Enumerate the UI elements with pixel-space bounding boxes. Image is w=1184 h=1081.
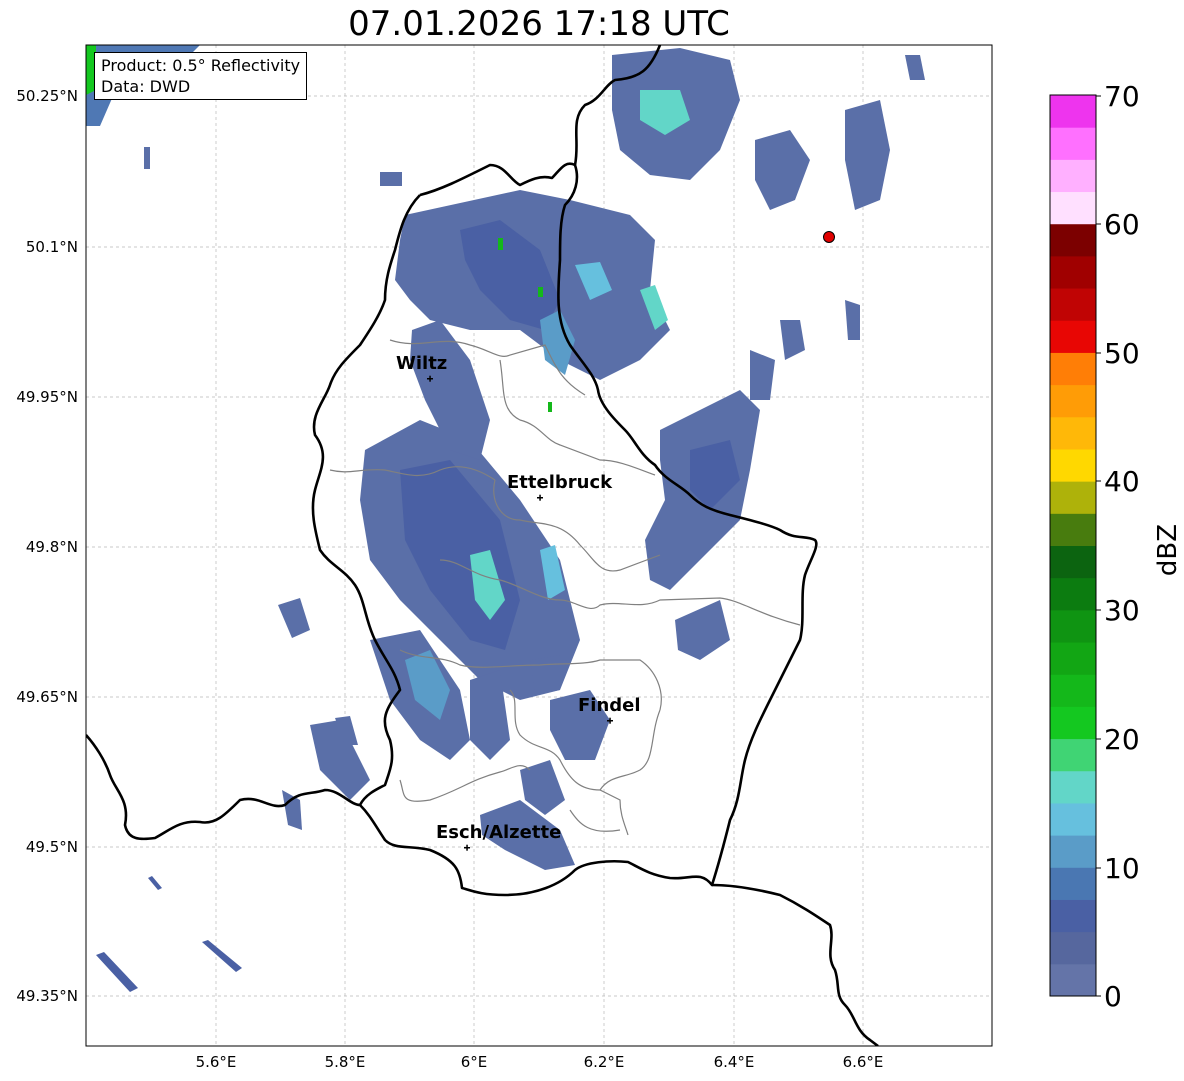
colorbar-segment xyxy=(1050,899,1096,933)
colorbar-segment xyxy=(1050,320,1096,353)
city-label-wiltz: Wiltz xyxy=(396,353,447,374)
colorbar-segment xyxy=(1050,770,1096,804)
radar-site-marker xyxy=(823,231,835,243)
colorbar-segment xyxy=(1050,706,1096,740)
colorbar-tick-marks xyxy=(1096,95,1101,997)
colorbar-segment xyxy=(1050,802,1096,836)
lon-tick: 6.2°E xyxy=(584,1053,625,1071)
colorbar-segment xyxy=(1050,835,1096,868)
colorbar-segment xyxy=(1050,223,1096,257)
colorbar-segment xyxy=(1050,931,1096,965)
colorbar-segment xyxy=(1050,963,1096,997)
lat-tick: 50.1°N xyxy=(26,238,78,256)
data-source-label: Data: DWD xyxy=(101,77,191,96)
lat-tick: 49.5°N xyxy=(26,838,78,856)
lon-tick-labels: 5.6°E 5.8°E 6°E 6.2°E 6.4°E 6.6°E xyxy=(196,1053,884,1071)
colorbar-segment xyxy=(1050,448,1096,482)
colorbar-segment xyxy=(1050,352,1096,386)
colorbar-segment xyxy=(1050,384,1096,418)
colorbar-segment xyxy=(1050,577,1096,611)
product-label: Product: 0.5° Reflectivity xyxy=(101,56,301,75)
colorbar-tick: 10 xyxy=(1104,852,1140,885)
colorbar-tick-labels: 0 10 20 30 40 50 60 70 xyxy=(1104,80,1140,1013)
colorbar-label: dBZ xyxy=(1153,523,1183,577)
lon-tick: 5.6°E xyxy=(196,1053,237,1071)
colorbar-tick: 30 xyxy=(1104,594,1140,627)
colorbar-segment xyxy=(1050,609,1096,643)
colorbar-segment xyxy=(1050,191,1096,225)
colorbar-segment xyxy=(1050,159,1096,193)
city-label-ettelbruck: Ettelbruck xyxy=(507,472,613,493)
colorbar-segment xyxy=(1050,867,1096,900)
colorbar-tick: 40 xyxy=(1104,465,1140,498)
lon-tick: 6.4°E xyxy=(714,1053,755,1071)
echo-cell xyxy=(380,172,402,186)
echo-cell xyxy=(498,238,503,250)
lon-tick: 5.8°E xyxy=(325,1053,366,1071)
colorbar-tick: 20 xyxy=(1104,723,1140,756)
colorbar-segment xyxy=(1050,255,1096,289)
colorbar xyxy=(1050,95,1096,997)
colorbar-segment xyxy=(1050,95,1096,128)
colorbar-segment xyxy=(1050,674,1096,707)
colorbar-segment xyxy=(1050,416,1096,450)
echo-cell xyxy=(144,147,150,169)
colorbar-segment xyxy=(1050,127,1096,160)
colorbar-segment xyxy=(1050,481,1096,514)
colorbar-tick: 70 xyxy=(1104,80,1140,113)
lon-tick: 6.6°E xyxy=(843,1053,884,1071)
lat-tick: 49.95°N xyxy=(16,388,78,406)
product-info-box: Product: 0.5° Reflectivity Data: DWD xyxy=(94,52,308,100)
colorbar-segment xyxy=(1050,642,1096,675)
colorbar-segment xyxy=(1050,738,1096,772)
echo-cell xyxy=(530,655,560,695)
echo-cell xyxy=(548,402,552,412)
city-label-esch: Esch/Alzette xyxy=(436,822,561,843)
colorbar-tick: 60 xyxy=(1104,208,1140,241)
colorbar-segment xyxy=(1050,545,1096,579)
lat-tick: 49.8°N xyxy=(26,538,78,556)
lon-tick: 6°E xyxy=(461,1053,488,1071)
colorbar-segment xyxy=(1050,288,1096,321)
lat-tick: 49.65°N xyxy=(16,688,78,706)
colorbar-tick: 0 xyxy=(1104,980,1122,1013)
map-title: 07.01.2026 17:18 UTC xyxy=(348,4,730,44)
echo-cell xyxy=(538,287,543,297)
city-label-findel: Findel xyxy=(578,695,641,716)
colorbar-segment xyxy=(1050,513,1096,546)
lat-tick: 49.35°N xyxy=(16,987,78,1005)
radar-map-figure: Wiltz Ettelbruck Findel Esch/Alzette 50.… xyxy=(16,44,1140,1071)
colorbar-tick: 50 xyxy=(1104,337,1140,370)
lat-tick: 50.25°N xyxy=(16,87,78,105)
lat-tick-labels: 50.25°N 50.1°N 49.95°N 49.8°N 49.65°N 49… xyxy=(16,87,78,1005)
